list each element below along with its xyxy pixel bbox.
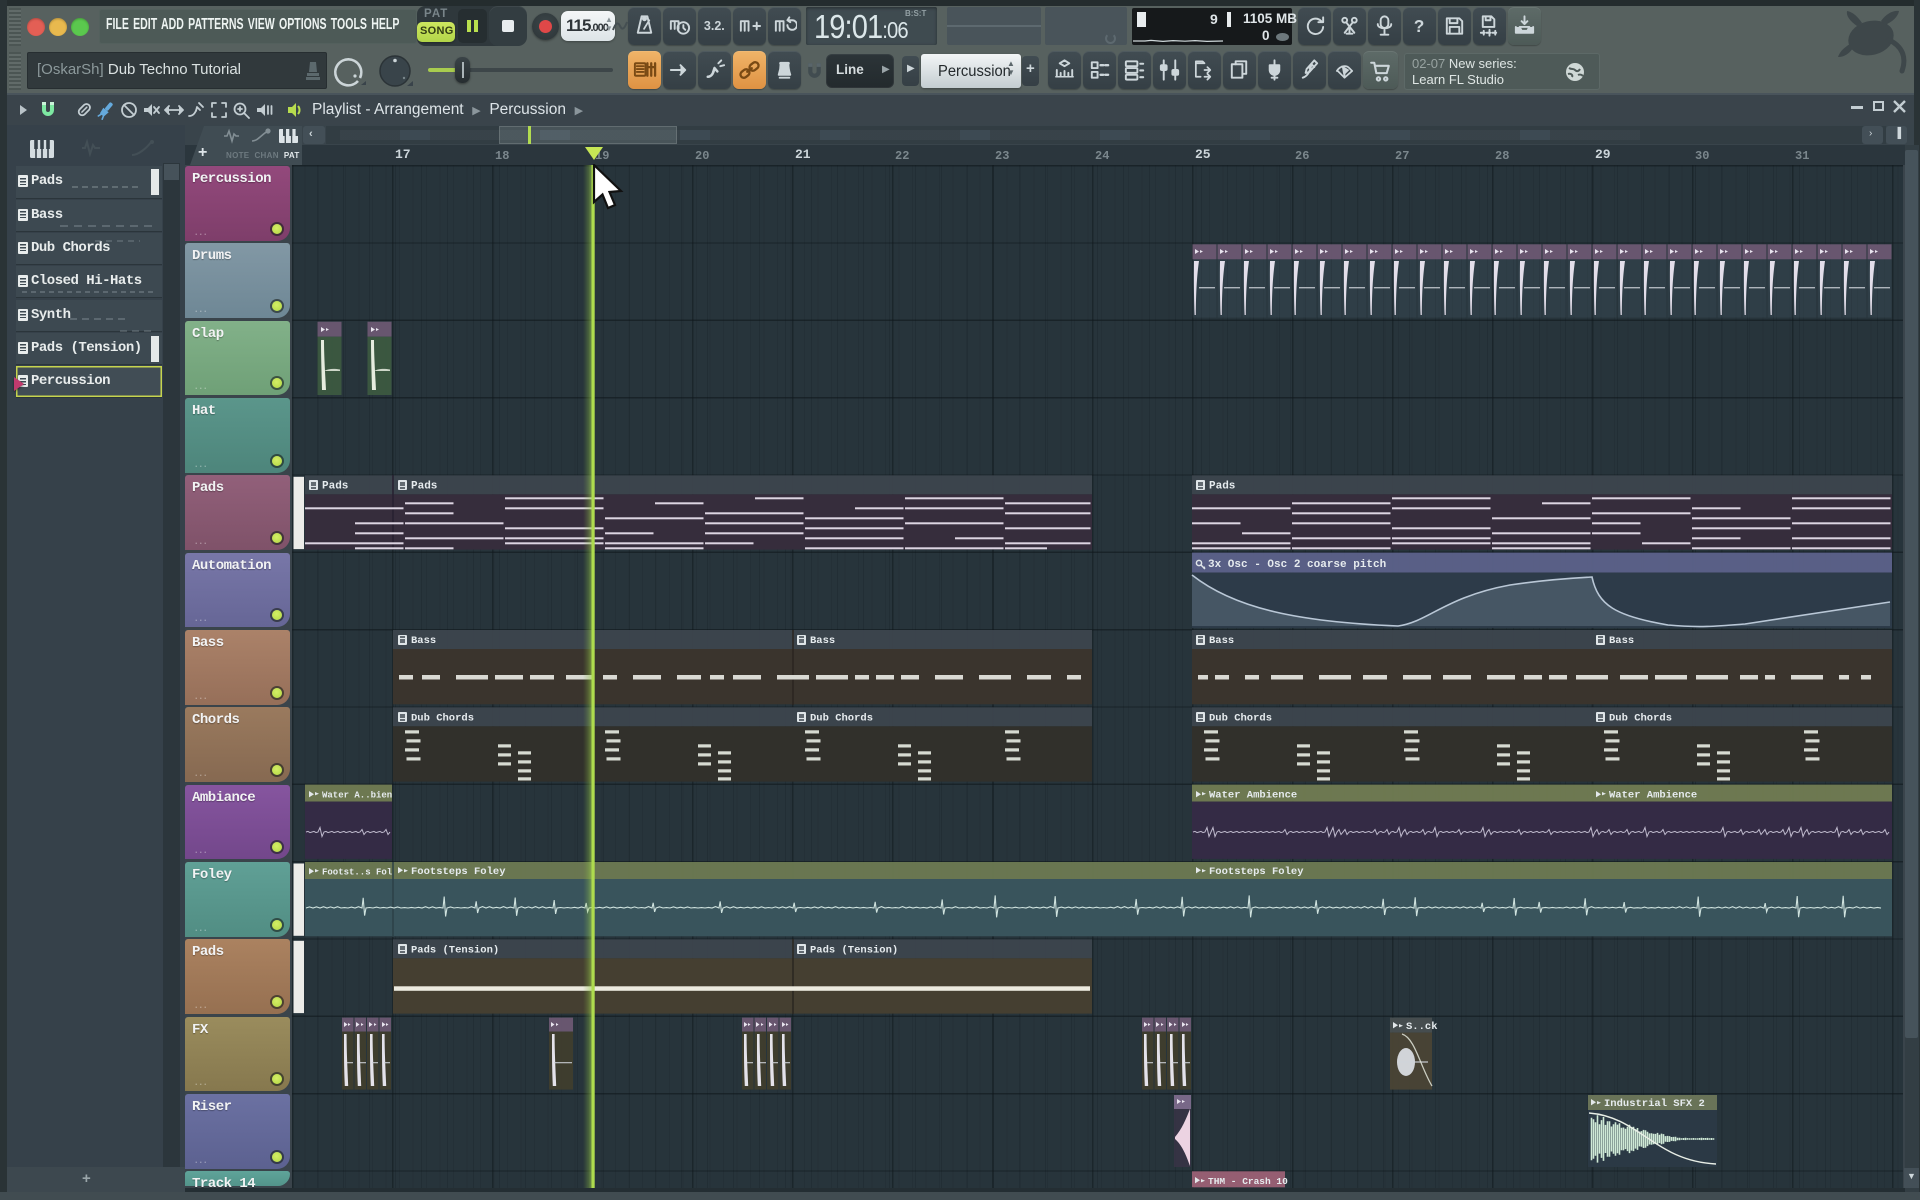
svg-text:Pads: Pads xyxy=(411,481,437,493)
svg-text:Dub Chords: Dub Chords xyxy=(810,713,873,725)
svg-text:Water A..bien: Water A..bien xyxy=(322,790,392,800)
svg-text:Water Ambience: Water Ambience xyxy=(1209,789,1297,801)
svg-text:Pads: Pads xyxy=(1209,481,1235,493)
svg-text:THM - Crash 10: THM - Crash 10 xyxy=(1208,1176,1288,1187)
svg-text:Pads (Tension): Pads (Tension) xyxy=(810,945,898,957)
svg-text:Pads: Pads xyxy=(322,481,348,493)
svg-text:Bass: Bass xyxy=(810,635,835,647)
svg-text:Dub Chords: Dub Chords xyxy=(1609,713,1672,725)
svg-text:Bass: Bass xyxy=(1609,635,1634,647)
svg-text:Bass: Bass xyxy=(411,635,436,647)
svg-text:Footsteps Foley: Footsteps Foley xyxy=(411,866,506,878)
svg-text:Footsteps Foley: Footsteps Foley xyxy=(1209,866,1304,878)
svg-text:S..ck: S..ck xyxy=(1406,1021,1438,1033)
svg-text:3x Osc - Osc 2 coarse pitch: 3x Osc - Osc 2 coarse pitch xyxy=(1208,559,1386,571)
svg-text:Water Ambience: Water Ambience xyxy=(1609,789,1697,801)
svg-text:Pads (Tension): Pads (Tension) xyxy=(411,945,499,957)
svg-text:Industrial SFX 2: Industrial SFX 2 xyxy=(1604,1098,1705,1110)
svg-text:Dub Chords: Dub Chords xyxy=(411,713,474,725)
svg-text:Bass: Bass xyxy=(1209,635,1234,647)
svg-text:Footst..s Fol: Footst..s Fol xyxy=(322,868,393,878)
svg-text:Dub Chords: Dub Chords xyxy=(1209,713,1272,725)
